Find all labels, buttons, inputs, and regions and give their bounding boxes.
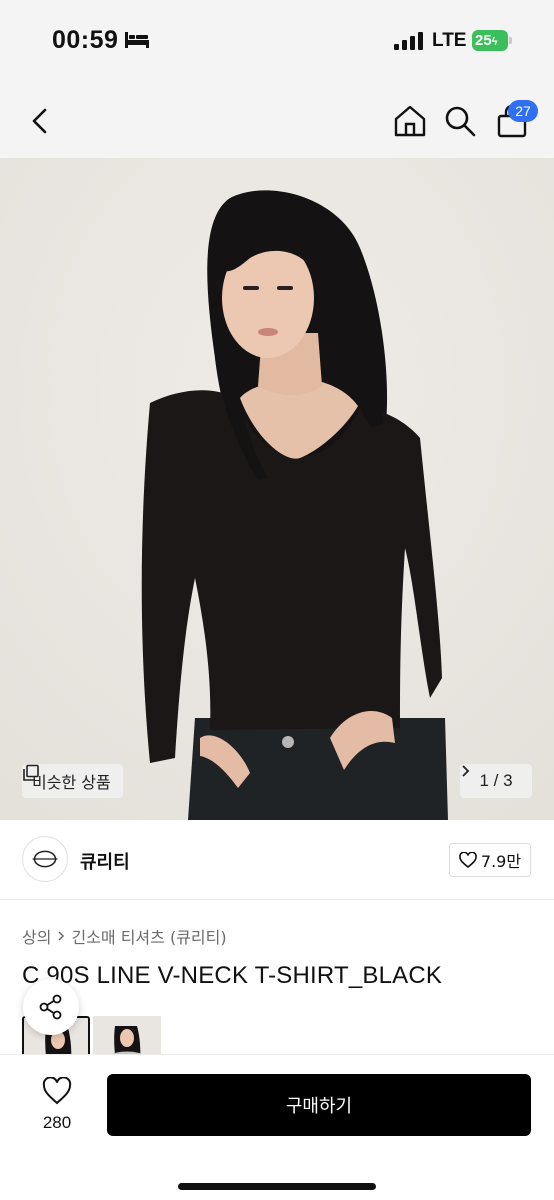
brand-like-button[interactable]: 7.9만 <box>449 843 531 877</box>
brand-name[interactable]: 큐리티 <box>80 848 130 874</box>
back-button[interactable] <box>24 102 58 140</box>
cart-count-badge: 27 <box>508 100 538 122</box>
breadcrumb: 상의 긴소매 티셔츠 (큐리티) <box>22 924 227 948</box>
pager-text: 1 / 3 <box>479 771 513 790</box>
share-icon <box>39 994 62 1020</box>
network-type: LTE <box>432 30 467 51</box>
home-icon[interactable] <box>392 102 428 140</box>
brand-logo[interactable] <box>22 836 68 882</box>
battery-level: 25 <box>475 32 492 49</box>
status-time: 00:59 <box>52 26 119 54</box>
similar-products-button[interactable]: 비슷한 상품 <box>22 764 123 798</box>
home-indicator <box>178 1183 376 1190</box>
heart-icon <box>42 1076 72 1105</box>
image-pager[interactable]: 1 / 3 <box>460 764 532 798</box>
similar-items-icon <box>23 764 39 781</box>
share-button[interactable] <box>23 979 79 1035</box>
brand-like-count: 7.9만 <box>480 852 522 871</box>
sleep-focus-icon <box>125 32 149 48</box>
wishlist-button[interactable]: 280 <box>30 1076 84 1141</box>
product-title: C 90S LINE V-NECK T-SHIRT_BLACK <box>22 962 443 989</box>
battery-cap <box>509 37 512 44</box>
search-icon[interactable] <box>442 102 478 140</box>
bottom-action-bar: 280 구매하기 <box>0 1054 554 1200</box>
breadcrumb-item[interactable]: 상의 <box>22 924 51 948</box>
battery-icon: 25ϟ <box>472 30 508 51</box>
buy-button[interactable]: 구매하기 <box>107 1074 531 1136</box>
brand-row[interactable]: 큐리티 7.9만 <box>0 820 554 900</box>
similar-products-label: 비슷한 상품 <box>32 773 111 792</box>
top-nav: 27 <box>0 86 554 158</box>
signal-icon <box>394 32 423 50</box>
product-photo <box>0 158 554 820</box>
product-image-carousel[interactable]: 비슷한 상품 1 / 3 <box>0 158 554 820</box>
wishlist-count: 280 <box>42 1113 72 1132</box>
chevron-right-icon <box>58 931 65 941</box>
chevron-right-icon <box>462 765 470 777</box>
breadcrumb-item[interactable]: 긴소매 티셔츠 (큐리티) <box>71 924 226 948</box>
status-bar: 00:59 LTE 25ϟ <box>0 0 554 86</box>
heart-icon <box>459 852 477 868</box>
